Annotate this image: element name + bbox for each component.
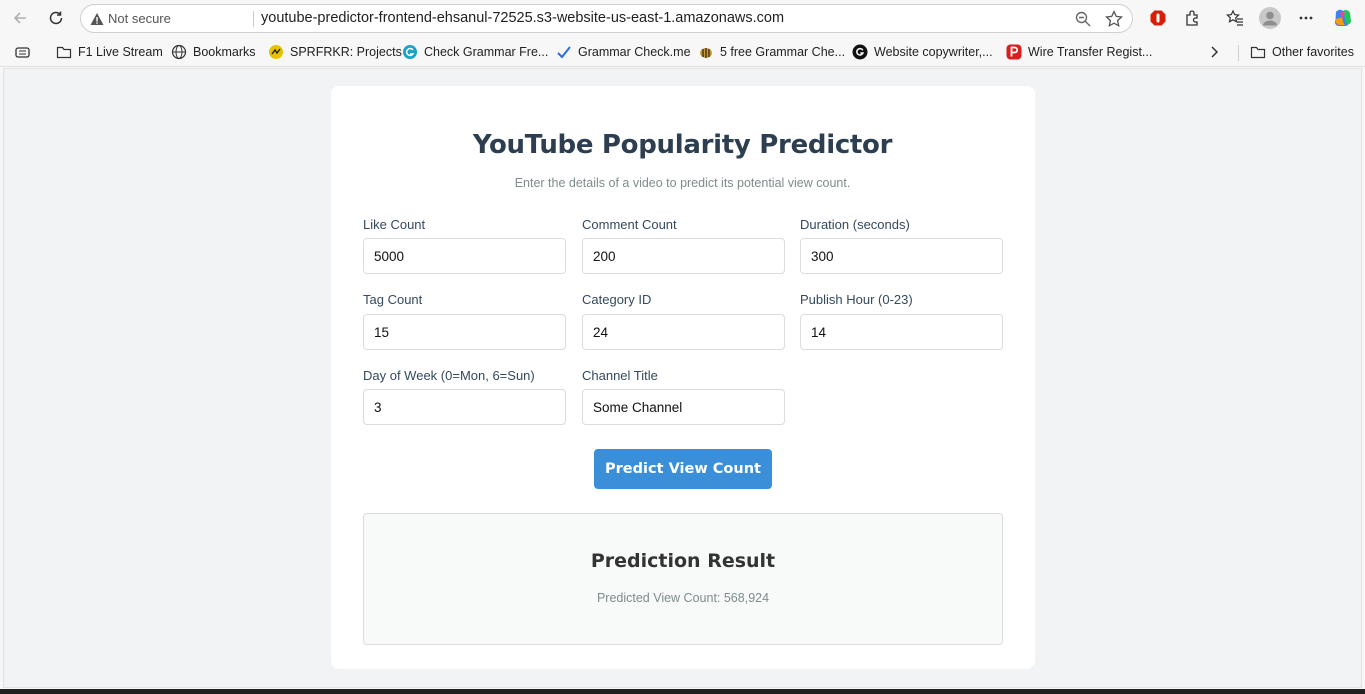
address-bar[interactable]: Not secure youtube-predictor-frontend-eh… (80, 4, 1133, 33)
predict-view-count-button[interactable]: Predict View Count (594, 449, 772, 489)
day-of-week-label: Day of Week (0=Mon, 6=Sun) (363, 368, 535, 383)
bookmark-check-grammar[interactable]: Check Grammar Fre... (402, 43, 548, 61)
bookmark-wire-transfer[interactable]: Wire Transfer Regist... (1006, 43, 1152, 61)
p-logo-icon (1006, 44, 1022, 60)
copilot-icon[interactable] (1330, 6, 1356, 30)
favorites-icon[interactable] (1222, 6, 1248, 30)
extensions-icon[interactable] (1180, 6, 1206, 30)
folder-icon (56, 44, 72, 60)
other-favorites-label: Other favorites (1272, 45, 1354, 59)
result-title: Prediction Result (590, 550, 776, 572)
globe-icon (171, 44, 187, 60)
page-title: YouTube Popularity Predictor (472, 130, 893, 160)
publish-hour-input[interactable] (800, 314, 1003, 350)
bookmark-label: Grammar Check.me (578, 45, 691, 59)
url-text[interactable]: youtube-predictor-frontend-ehsanul-72525… (261, 10, 784, 26)
zoom-icon[interactable] (1074, 10, 1092, 28)
like-count-input[interactable] (363, 238, 566, 274)
not-secure-label[interactable]: Not secure (108, 11, 171, 26)
grammar-g-icon (402, 44, 418, 60)
day-of-week-input[interactable] (363, 389, 566, 425)
category-id-input[interactable] (582, 314, 785, 350)
g-circle-icon (852, 44, 868, 60)
favorite-star-icon[interactable] (1104, 9, 1124, 29)
duration-input[interactable] (800, 238, 1003, 274)
bookmark-website-copywriter[interactable]: Website copywriter,... (852, 43, 993, 61)
profile-avatar-icon[interactable] (1257, 6, 1283, 30)
chevron-right-icon[interactable] (1207, 43, 1221, 61)
bookmark-other-favorites[interactable]: Other favorites (1250, 43, 1354, 61)
prediction-result-panel: Prediction Result Predicted View Count: … (363, 513, 1003, 645)
refresh-icon[interactable] (43, 6, 69, 30)
predicted-view-count: Predicted View Count: 568,924 (596, 591, 770, 605)
folder-icon (1250, 44, 1266, 60)
category-id-label: Category ID (582, 292, 652, 307)
checkmark-icon (556, 44, 572, 60)
duration-label: Duration (seconds) (800, 217, 910, 232)
bookmark-label: Website copywriter,... (874, 45, 993, 59)
bookmark-label: F1 Live Stream (78, 45, 163, 59)
bookmark-label: SPRFRKR: Projects (290, 45, 402, 59)
bookmark-label: Bookmarks (193, 45, 256, 59)
bookmark-label: Wire Transfer Regist... (1028, 45, 1153, 59)
publish-hour-label: Publish Hour (0-23) (800, 292, 913, 307)
comment-count-label: Comment Count (582, 217, 677, 232)
tag-count-input[interactable] (363, 314, 566, 350)
bookmarks-bar: F1 Live Stream Bookmarks SPRFRKR: Projec… (0, 37, 1365, 67)
comment-count-input[interactable] (582, 238, 785, 274)
warning-icon (90, 13, 104, 25)
taskbar-edge (0, 689, 1365, 694)
bookmark-bookmarks[interactable]: Bookmarks (171, 43, 256, 61)
browser-toolbar: Not secure youtube-predictor-frontend-eh… (0, 0, 1365, 37)
bookmark-label: Check Grammar Fre... (424, 45, 549, 59)
address-separator (253, 11, 254, 27)
back-icon[interactable] (7, 6, 33, 30)
like-count-label: Like Count (363, 217, 426, 232)
tag-count-label: Tag Count (363, 292, 423, 307)
bookmarks-divider (1238, 45, 1239, 61)
bookmark-f1-live-stream[interactable]: F1 Live Stream (56, 43, 163, 61)
bookmark-sprfrkr-projects[interactable]: SPRFRKR: Projects (268, 43, 402, 61)
bookmark-grammar-check-me[interactable]: Grammar Check.me (556, 43, 691, 61)
tab-actions-icon[interactable] (14, 43, 32, 61)
channel-title-label: Channel Title (582, 368, 658, 383)
sprfrkr-icon (268, 44, 284, 60)
bookmark-label: 5 free Grammar Che... (720, 45, 846, 59)
bookmark-5-free-grammar[interactable]: 5 free Grammar Che... (698, 43, 845, 61)
channel-title-input[interactable] (582, 389, 785, 425)
bee-icon (698, 44, 714, 60)
adblock-icon[interactable] (1145, 6, 1171, 30)
page-subtitle: Enter the details of a video to predict … (514, 176, 851, 190)
more-menu-icon[interactable] (1293, 6, 1319, 30)
